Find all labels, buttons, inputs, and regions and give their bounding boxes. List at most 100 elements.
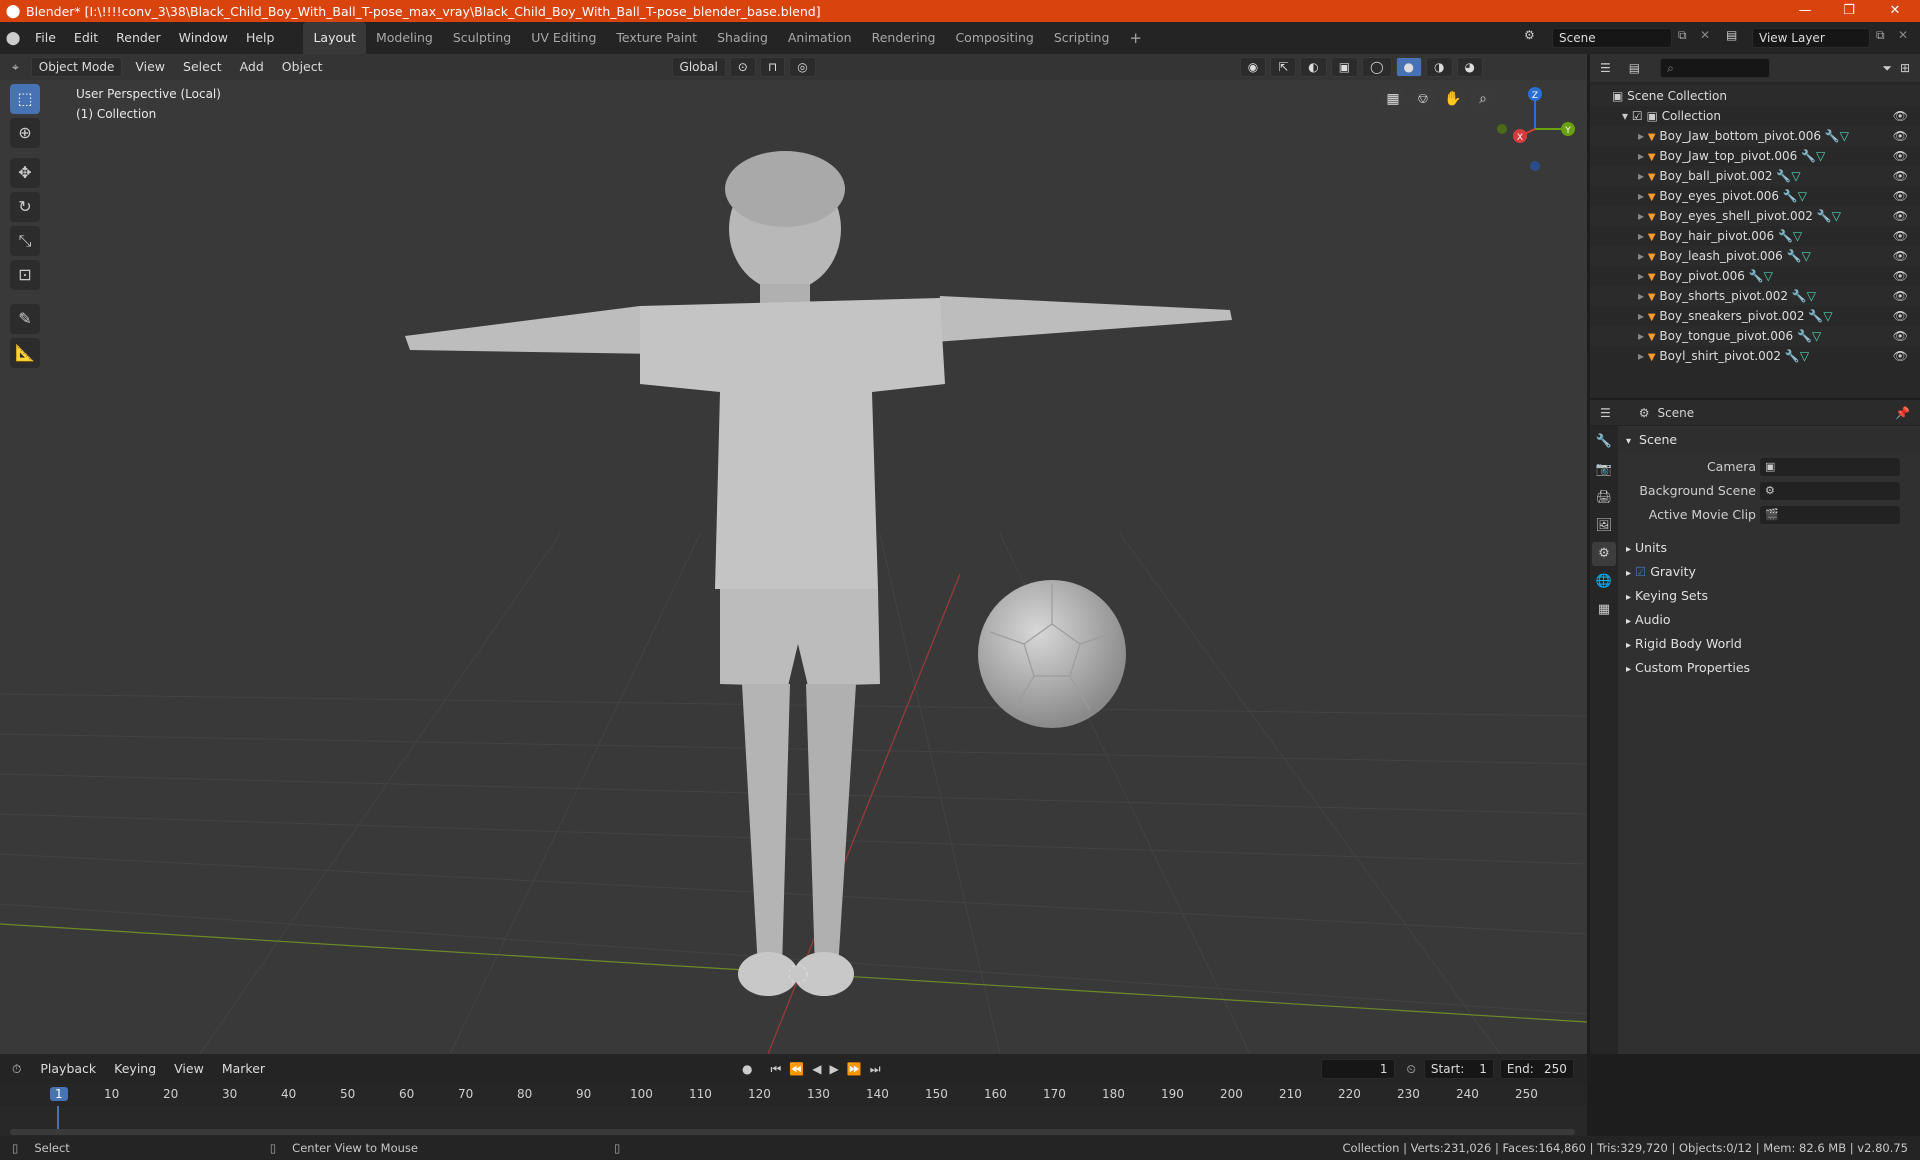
- transform-tool-icon[interactable]: ⊡: [10, 260, 40, 290]
- scene-collection-row[interactable]: ▣ Scene Collection: [1590, 86, 1920, 106]
- visibility-icon[interactable]: ◉: [1239, 57, 1267, 77]
- zoom-icon[interactable]: ⌕: [1470, 86, 1496, 112]
- jump-end-icon[interactable]: ⏭: [870, 1062, 881, 1077]
- units-panel[interactable]: ▸ Units: [1618, 536, 1920, 560]
- new-scene-icon[interactable]: ⧉: [1678, 28, 1687, 43]
- snap-icon[interactable]: ⊓: [759, 57, 786, 77]
- eye-icon[interactable]: 👁: [1893, 346, 1908, 366]
- preview-range-icon[interactable]: ⏲: [1407, 1062, 1416, 1077]
- movie-clip-field[interactable]: 🎬: [1760, 506, 1900, 524]
- 3d-viewport[interactable]: ⌖ Object Mode View Select Add Object Glo…: [0, 54, 1587, 1054]
- eye-icon[interactable]: 👁: [1893, 146, 1908, 166]
- camera-view-icon[interactable]: ▦: [1380, 86, 1406, 112]
- outliner-item[interactable]: ▸ ▼ Boy_eyes_shell_pivot.002 🔧▽ 👁: [1590, 206, 1920, 226]
- outliner-item[interactable]: ▸ ▼ Boy_eyes_pivot.006 🔧▽ 👁: [1590, 186, 1920, 206]
- viewport-menu-add[interactable]: Add: [231, 54, 273, 83]
- pan-hand-icon[interactable]: ✋: [1440, 86, 1466, 112]
- character-mesh[interactable]: [405, 151, 1232, 996]
- xray-icon[interactable]: ▣: [1330, 57, 1359, 77]
- eye-icon[interactable]: 👁: [1893, 106, 1908, 126]
- end-frame-field[interactable]: End: 250: [1499, 1059, 1574, 1079]
- outliner-search-input[interactable]: ⌕: [1660, 58, 1771, 78]
- scene-panel-header[interactable]: ▾ Scene: [1618, 428, 1920, 452]
- background-scene-field[interactable]: ⚙: [1760, 482, 1900, 500]
- camera-field[interactable]: ▣: [1760, 458, 1900, 476]
- menu-window[interactable]: Window: [170, 22, 237, 54]
- wireframe-shading-icon[interactable]: ◯: [1362, 57, 1392, 77]
- playhead[interactable]: [57, 1106, 59, 1130]
- eye-icon[interactable]: 👁: [1893, 186, 1908, 206]
- outliner-item[interactable]: ▸ ▼ Boy_sneakers_pivot.002 🔧▽ 👁: [1590, 306, 1920, 326]
- eye-icon[interactable]: 👁: [1893, 206, 1908, 226]
- proportional-edit-icon[interactable]: ◎: [789, 57, 816, 77]
- timeline-scrollbar[interactable]: [10, 1129, 1575, 1135]
- prev-keyframe-icon[interactable]: ⏪: [789, 1062, 804, 1076]
- measure-tool-icon[interactable]: 📐: [10, 338, 40, 368]
- eye-icon[interactable]: 👁: [1893, 266, 1908, 286]
- material-shading-icon[interactable]: ◑: [1426, 57, 1453, 77]
- tab-modeling[interactable]: Modeling: [366, 22, 443, 54]
- overlay-icon[interactable]: ◐: [1300, 57, 1327, 77]
- navigation-gizmo[interactable]: Z Y X: [1490, 84, 1580, 174]
- scene-selector[interactable]: Scene: [1552, 28, 1672, 48]
- play-icon[interactable]: ▶: [830, 1062, 839, 1076]
- viewport-menu-select[interactable]: Select: [174, 54, 231, 83]
- view-layer-selector[interactable]: View Layer: [1752, 28, 1870, 48]
- timeline-menu-view[interactable]: View: [165, 1053, 213, 1085]
- gizmo-toggle-icon[interactable]: ⇱: [1270, 57, 1297, 77]
- play-reverse-icon[interactable]: ◀: [812, 1062, 821, 1076]
- render-tab-icon[interactable]: 📷: [1592, 458, 1616, 482]
- filter-icon[interactable]: ⏷: [1882, 61, 1892, 76]
- eye-icon[interactable]: 👁: [1893, 306, 1908, 326]
- blender-menu-icon[interactable]: ⬤: [0, 31, 26, 46]
- viewport-menu-view[interactable]: View: [126, 54, 174, 83]
- pin-icon[interactable]: 📌: [1895, 406, 1910, 420]
- gravity-panel[interactable]: ▸ ☑ Gravity: [1618, 560, 1920, 584]
- tab-animation[interactable]: Animation: [778, 22, 862, 54]
- annotate-tool-icon[interactable]: ✎: [10, 304, 40, 334]
- outliner-item[interactable]: ▸ ▼ Boy_leash_pivot.006 🔧▽ 👁: [1590, 246, 1920, 266]
- outliner-item[interactable]: ▸ ▼ Boy_Jaw_bottom_pivot.006 🔧▽ 👁: [1590, 126, 1920, 146]
- display-mode-icon[interactable]: ▤: [1629, 61, 1640, 75]
- view-layer-tab-icon[interactable]: 🖼: [1592, 514, 1616, 538]
- tab-layout[interactable]: Layout: [303, 22, 366, 54]
- outliner-item[interactable]: ▸ ▼ Boy_shorts_pivot.002 🔧▽ 👁: [1590, 286, 1920, 306]
- tab-uv-editing[interactable]: UV Editing: [521, 22, 606, 54]
- eye-icon[interactable]: 👁: [1893, 246, 1908, 266]
- timeline-body[interactable]: [0, 1106, 1587, 1136]
- timeline-menu-marker[interactable]: Marker: [213, 1053, 274, 1085]
- outliner-editor-icon[interactable]: ☰: [1600, 61, 1611, 75]
- current-frame-marker[interactable]: 1: [50, 1087, 68, 1101]
- eye-icon[interactable]: 👁: [1893, 226, 1908, 246]
- rotate-tool-icon[interactable]: ↻: [10, 192, 40, 222]
- tab-scripting[interactable]: Scripting: [1044, 22, 1120, 54]
- collapse-icon[interactable]: ▾: [1622, 109, 1628, 123]
- camera-icon[interactable]: ⎊: [1410, 86, 1436, 112]
- menu-help[interactable]: Help: [237, 22, 284, 54]
- mode-dropdown[interactable]: Object Mode: [30, 57, 123, 77]
- properties-editor-icon[interactable]: ☰: [1600, 406, 1611, 420]
- eye-icon[interactable]: 👁: [1893, 166, 1908, 186]
- menu-render[interactable]: Render: [107, 22, 170, 54]
- scene-tab-icon[interactable]: ⚙: [1592, 542, 1616, 566]
- outliner-item[interactable]: ▸ ▼ Boy_pivot.006 🔧▽ 👁: [1590, 266, 1920, 286]
- timeline-editor-icon[interactable]: ⏱: [12, 1062, 21, 1077]
- timeline-menu-keying[interactable]: Keying: [105, 1053, 165, 1085]
- current-frame-field[interactable]: 1: [1320, 1059, 1395, 1079]
- delete-scene-icon[interactable]: ✕: [1700, 28, 1710, 42]
- timeline-menu-playback[interactable]: Playback: [31, 1053, 105, 1085]
- next-keyframe-icon[interactable]: ⏩: [847, 1062, 862, 1076]
- tab-rendering[interactable]: Rendering: [862, 22, 946, 54]
- select-box-tool-icon[interactable]: ⬚: [10, 84, 40, 114]
- tab-sculpting[interactable]: Sculpting: [443, 22, 521, 54]
- move-tool-icon[interactable]: ✥: [10, 158, 40, 188]
- collection-row[interactable]: ▾ ☑ ▣ Collection 👁: [1590, 106, 1920, 126]
- outliner-item[interactable]: ▸ ▼ Boy_hair_pivot.006 🔧▽ 👁: [1590, 226, 1920, 246]
- editor-type-icon[interactable]: ⌖: [12, 60, 19, 75]
- menu-file[interactable]: File: [26, 22, 65, 54]
- delete-view-layer-icon[interactable]: ✕: [1898, 28, 1908, 42]
- frame-ruler[interactable]: 1 10 20 30 40 50 60 70 80 90 100 110 120…: [0, 1084, 1587, 1106]
- eye-icon[interactable]: 👁: [1893, 286, 1908, 306]
- record-icon[interactable]: ●: [742, 1062, 752, 1076]
- add-workspace-button[interactable]: +: [1119, 22, 1152, 54]
